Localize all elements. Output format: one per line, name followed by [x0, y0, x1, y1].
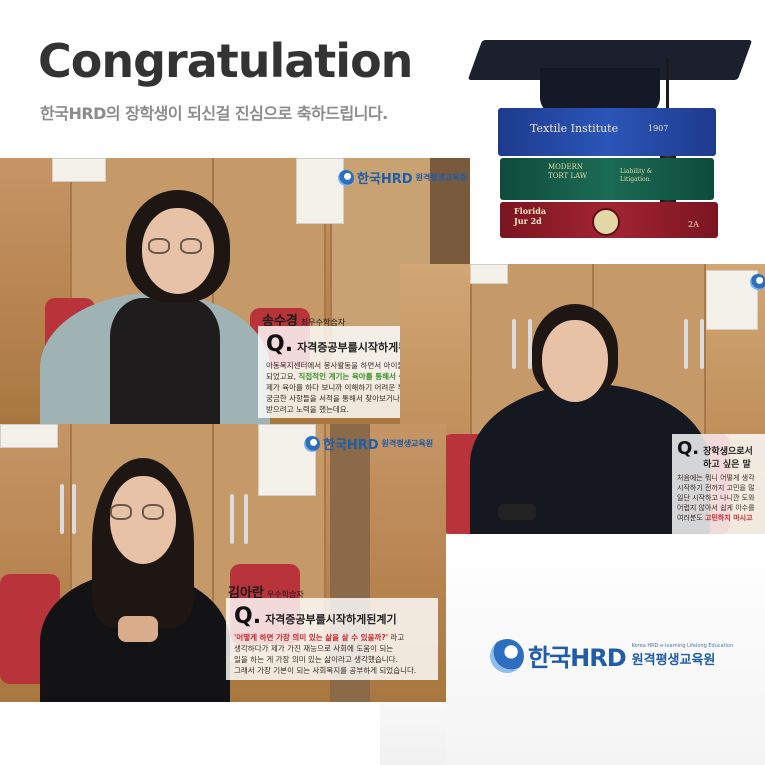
photo-interview-3: Q. 장학생으로서 하고 싶은 말 처음에는 뭐니 어떻게 생각 시작하기 전까지… [400, 264, 765, 534]
hrd-logo-3 [750, 274, 765, 290]
book-red: Florida Jur 2d 2A [500, 202, 718, 238]
brand-logo: 한국HRD Korea HRD e-learning Lifelong Educ… [490, 638, 733, 673]
interview-caption-2: Q. 자격증공부를시작하게된계기 '어떻게 하면 가장 의미 있는 삶을 살 수 … [226, 598, 438, 680]
page-title: Congratulation [38, 34, 413, 88]
book-blue: Textile Institute 1907 [498, 108, 716, 156]
seal-icon [592, 208, 620, 236]
bottom-fill [380, 702, 446, 765]
page-subtitle: 한국HRD의 장학생이 되신걸 진심으로 축하드립니다. [40, 104, 388, 123]
hrd-swirl-icon [750, 274, 765, 290]
hrd-swirl-icon [338, 169, 354, 186]
interview-caption-3: Q. 장학생으로서 하고 싶은 말 처음에는 뭐니 어떻게 생각 시작하기 전까지… [672, 434, 765, 534]
hrd-swirl-icon [304, 435, 320, 452]
q-mark: Q. [677, 438, 700, 459]
hrd-logo-2: 한국HRD 원격평생교육원 [304, 434, 433, 453]
photo-interview-2: 한국HRD 원격평생교육원 김아란 우수학습자 Q. 자격증공부를시작하게된계기 '… [0, 424, 446, 702]
q-mark: Q. [234, 604, 262, 629]
q-mark: Q. [266, 332, 294, 357]
hrd-logo-1: 한국HRD 원격평생교육원 [338, 168, 467, 187]
graduation-illustration: Textile Institute 1907 MODERN TORT LAW L… [467, 38, 755, 248]
brand-panel: 한국HRD Korea HRD e-learning Lifelong Educ… [446, 534, 765, 765]
book-green: MODERN TORT LAW Liability & Litigation [500, 158, 714, 200]
hrd-swirl-icon [490, 638, 524, 673]
